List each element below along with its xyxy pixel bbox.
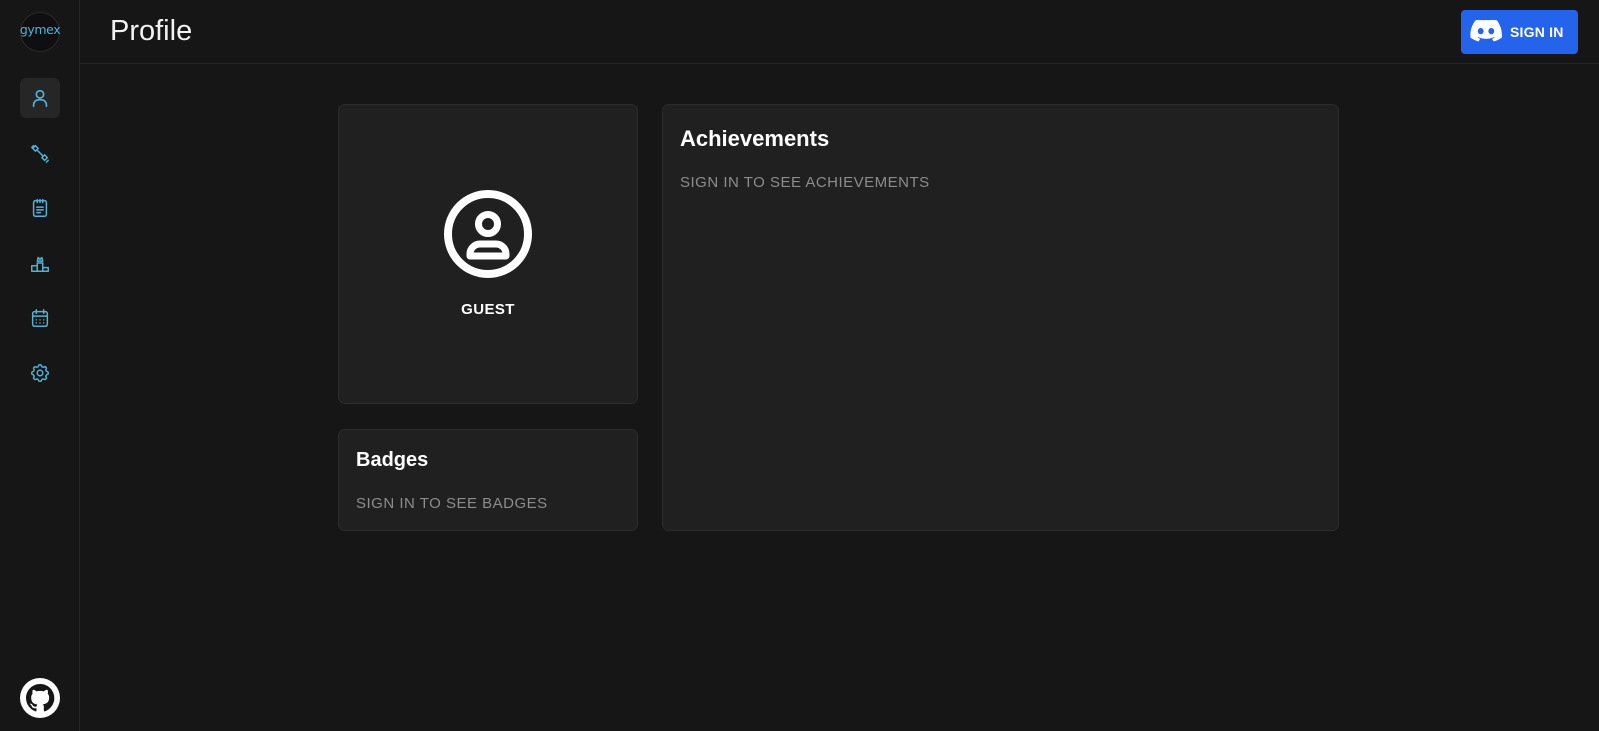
discord-sign-in-button[interactable]: SIGN IN <box>1461 10 1578 54</box>
badges-card: Badges SIGN IN TO SEE BADGES <box>338 429 638 531</box>
achievements-empty-message: SIGN IN TO SEE ACHIEVEMENTS <box>680 174 930 191</box>
sidebar-item-profile[interactable] <box>20 78 60 118</box>
podium-icon <box>31 256 49 272</box>
dumbbell-icon <box>31 144 49 163</box>
app-root: gymex Profile SIGN IN GUEST Badges SIGN … <box>0 0 1599 731</box>
sidebar-item-calendar[interactable] <box>20 298 60 338</box>
sign-in-label: SIGN IN <box>1510 24 1564 40</box>
username-label: GUEST <box>461 301 515 318</box>
badges-empty-message: SIGN IN TO SEE BADGES <box>356 495 548 512</box>
page-title: Profile <box>110 15 193 47</box>
profile-card: GUEST <box>338 104 638 404</box>
calendar-icon <box>31 309 49 327</box>
sidebar-item-workouts[interactable] <box>20 188 60 228</box>
achievements-card: Achievements SIGN IN TO SEE ACHIEVEMENTS <box>662 104 1339 531</box>
gear-icon <box>30 364 50 383</box>
app-logo[interactable]: gymex <box>19 12 61 52</box>
sidebar-item-exercises[interactable] <box>20 133 60 173</box>
github-icon <box>20 678 60 718</box>
sidebar-item-leaderboard[interactable] <box>20 243 60 283</box>
achievements-title: Achievements <box>680 126 830 151</box>
clipboard-icon <box>32 199 48 217</box>
github-link[interactable] <box>19 677 61 719</box>
sidebar-item-settings[interactable] <box>20 353 60 393</box>
top-header: Profile SIGN IN <box>80 0 1599 64</box>
badges-title: Badges <box>356 449 429 471</box>
user-circle-icon <box>444 190 532 278</box>
discord-icon <box>1470 20 1502 42</box>
user-icon <box>32 89 48 108</box>
logo-text: gymex <box>19 21 61 37</box>
sidebar: gymex <box>0 0 80 731</box>
